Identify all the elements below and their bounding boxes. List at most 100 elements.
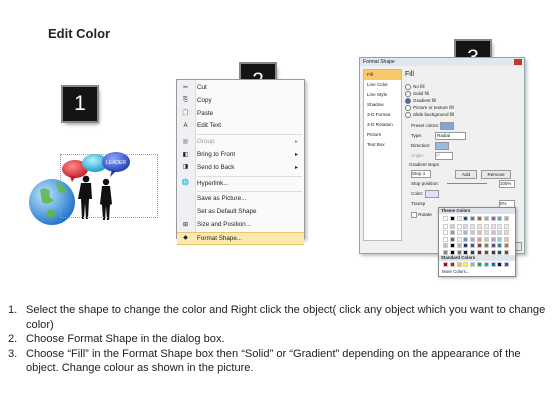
menu-item-save-as-picture[interactable]: Save as Picture...	[177, 193, 304, 204]
sidebar-item-line-style[interactable]: Line Style	[364, 90, 401, 100]
color-swatch[interactable]	[456, 249, 462, 255]
sidebar-item-fill[interactable]: Fill	[364, 70, 401, 80]
standard-color-swatch[interactable]	[449, 262, 455, 267]
standard-color-swatch[interactable]	[456, 262, 462, 267]
menu-item-bring-to-front[interactable]: ◧ Bring to Front ▸	[177, 149, 304, 160]
color-swatch[interactable]	[483, 216, 489, 221]
color-swatch[interactable]	[456, 230, 462, 236]
color-swatch[interactable]	[456, 243, 462, 249]
color-swatch[interactable]	[456, 223, 462, 229]
color-swatch[interactable]	[504, 243, 510, 249]
sidebar-item-line-color[interactable]: Line Color	[364, 80, 401, 90]
close-icon[interactable]	[514, 59, 522, 65]
color-swatch[interactable]	[477, 243, 482, 249]
standard-color-swatch[interactable]	[497, 262, 503, 267]
standard-color-swatch[interactable]	[490, 262, 496, 267]
color-swatch[interactable]	[483, 230, 489, 236]
color-swatch[interactable]	[443, 249, 448, 255]
color-swatch[interactable]	[504, 236, 510, 242]
color-swatch[interactable]	[449, 249, 455, 255]
remove-stop-button[interactable]: Remove	[481, 170, 511, 179]
color-swatch[interactable]	[504, 223, 510, 229]
color-swatch[interactable]	[449, 230, 455, 236]
color-swatch[interactable]	[490, 216, 496, 221]
color-swatch[interactable]	[443, 243, 448, 249]
color-picker-button[interactable]	[424, 190, 439, 198]
standard-color-swatch[interactable]	[477, 262, 482, 267]
color-swatch[interactable]	[497, 243, 503, 249]
standard-color-swatch[interactable]	[463, 262, 469, 267]
color-swatch[interactable]	[477, 236, 482, 242]
menu-item-format-shape[interactable]: ◆ Format Shape...	[177, 231, 304, 245]
option-slide-bg-fill[interactable]: Slide background fill	[405, 111, 454, 119]
color-swatch[interactable]	[456, 236, 462, 242]
menu-item-send-to-back[interactable]: ◨ Send to Back ▸	[177, 162, 304, 173]
color-swatch[interactable]	[449, 236, 455, 242]
standard-color-swatch[interactable]	[483, 262, 489, 267]
color-swatch[interactable]	[490, 243, 496, 249]
color-swatch[interactable]	[470, 243, 476, 249]
preset-colors-button[interactable]	[440, 122, 455, 130]
stop-select[interactable]: Stop 1	[411, 170, 431, 178]
color-swatch[interactable]	[449, 243, 455, 249]
color-swatch[interactable]	[470, 249, 476, 255]
menu-item-copy[interactable]: ⎘ Copy	[177, 95, 304, 106]
type-select[interactable]: Radial	[435, 132, 466, 140]
color-swatch[interactable]	[504, 216, 510, 221]
color-swatch[interactable]	[443, 216, 448, 221]
color-swatch[interactable]	[463, 236, 469, 242]
color-swatch[interactable]	[490, 249, 496, 255]
color-swatch[interactable]	[497, 223, 503, 229]
color-swatch[interactable]	[443, 230, 448, 236]
menu-item-group[interactable]: ▦ Group ▸	[177, 136, 304, 147]
menu-item-cut[interactable]: ✂ Cut	[177, 82, 304, 93]
color-swatch[interactable]	[497, 236, 503, 242]
color-swatch[interactable]	[449, 216, 455, 221]
color-swatch[interactable]	[443, 223, 448, 229]
sidebar-item-picture[interactable]: Picture	[364, 130, 401, 140]
menu-item-size-and-position[interactable]: ⊞ Size and Position...	[177, 219, 304, 230]
color-swatch[interactable]	[483, 223, 489, 229]
color-swatch[interactable]	[449, 223, 455, 229]
color-swatch[interactable]	[483, 236, 489, 242]
standard-color-swatch[interactable]	[443, 262, 448, 267]
standard-color-swatch[interactable]	[470, 262, 476, 267]
rotate-checkbox[interactable]	[411, 211, 417, 218]
sidebar-item-text-box[interactable]: Text Box	[364, 140, 401, 150]
menu-item-paste[interactable]: 📋 Paste	[177, 108, 304, 119]
color-swatch[interactable]	[463, 243, 469, 249]
sidebar-item-3d-format[interactable]: 3-D Format	[364, 110, 401, 120]
color-swatch[interactable]	[477, 216, 482, 221]
stop-position-field[interactable]: 100%	[499, 180, 515, 188]
direction-button[interactable]	[435, 142, 449, 150]
color-swatch[interactable]	[490, 223, 496, 229]
shape-illustration[interactable]: LEADER	[22, 152, 158, 232]
color-swatch[interactable]	[497, 216, 503, 221]
color-swatch[interactable]	[490, 236, 496, 242]
color-swatch[interactable]	[443, 236, 448, 242]
color-swatch[interactable]	[483, 249, 489, 255]
color-swatch[interactable]	[470, 223, 476, 229]
more-colors-link[interactable]: More Colors...	[442, 269, 470, 274]
sidebar-item-shadow[interactable]: Shadow	[364, 100, 401, 110]
color-swatch[interactable]	[483, 243, 489, 249]
color-swatch[interactable]	[504, 249, 510, 255]
color-swatch[interactable]	[470, 230, 476, 236]
color-swatch[interactable]	[470, 236, 476, 242]
color-swatch[interactable]	[497, 230, 503, 236]
color-swatch[interactable]	[477, 223, 482, 229]
color-swatch[interactable]	[463, 223, 469, 229]
color-swatch[interactable]	[477, 249, 482, 255]
color-swatch[interactable]	[456, 216, 462, 221]
color-swatch[interactable]	[463, 249, 469, 255]
menu-item-set-as-default-shape[interactable]: Set as Default Shape	[177, 206, 304, 217]
standard-color-swatch[interactable]	[504, 262, 510, 267]
stop-position-slider[interactable]	[447, 183, 487, 184]
color-swatch[interactable]	[490, 230, 496, 236]
add-stop-button[interactable]: Add	[455, 170, 477, 179]
color-swatch[interactable]	[463, 216, 469, 221]
menu-item-hyperlink[interactable]: 🌐 Hyperlink...	[177, 178, 304, 189]
color-swatch[interactable]	[470, 216, 476, 221]
angle-field[interactable]: 0°	[435, 152, 453, 160]
sidebar-item-3d-rotation[interactable]: 3-D Rotation	[364, 120, 401, 130]
